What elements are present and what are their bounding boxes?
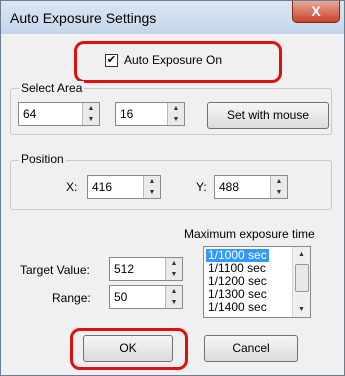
range-spinner[interactable]: 50 ▲ ▼ xyxy=(109,285,183,309)
exposure-time-scrollbar[interactable]: ▲ ▼ xyxy=(292,247,310,317)
position-y-spinner[interactable]: 488 ▲ ▼ xyxy=(214,175,288,199)
area-height-spin-buttons: ▲ ▼ xyxy=(167,103,184,125)
area-width-down-arrow-icon[interactable]: ▼ xyxy=(83,114,99,125)
cancel-button[interactable]: Cancel xyxy=(204,335,298,362)
area-height-down-arrow-icon[interactable]: ▼ xyxy=(168,114,184,125)
close-button[interactable]: X xyxy=(292,1,340,23)
position-x-value: 416 xyxy=(92,180,113,194)
target-value-label: Target Value: xyxy=(20,263,90,277)
exposure-time-listbox[interactable]: 1/1000 sec 1/1100 sec 1/1200 sec 1/1300 sec… xyxy=(203,246,311,318)
range-spin-buttons: ▲ ▼ xyxy=(165,286,182,308)
position-x-down-arrow-icon[interactable]: ▼ xyxy=(144,187,160,198)
scroll-up-arrow-icon[interactable]: ▲ xyxy=(293,247,310,262)
scroll-down-arrow-icon[interactable]: ▼ xyxy=(293,302,310,317)
scroll-thumb[interactable] xyxy=(295,264,309,292)
dialog-client-area: ✔ Auto Exposure On Select Area 64 ▲ ▼ 16… xyxy=(9,34,336,370)
target-value-down-arrow-icon[interactable]: ▼ xyxy=(166,269,182,280)
position-y-spin-buttons: ▲ ▼ xyxy=(270,176,287,198)
area-width-spin-buttons: ▲ ▼ xyxy=(82,103,99,125)
area-width-spinner[interactable]: 64 ▲ ▼ xyxy=(18,102,100,126)
exposure-time-option[interactable]: 1/1400 sec xyxy=(206,301,269,314)
set-with-mouse-button[interactable]: Set with mouse xyxy=(207,102,329,129)
position-x-spinner[interactable]: 416 ▲ ▼ xyxy=(87,175,161,199)
position-caption: Position xyxy=(19,152,66,166)
area-height-value: 16 xyxy=(120,107,134,121)
range-down-arrow-icon[interactable]: ▼ xyxy=(166,297,182,308)
position-y-down-arrow-icon[interactable]: ▼ xyxy=(271,187,287,198)
position-x-spin-buttons: ▲ ▼ xyxy=(143,176,160,198)
position-y-label: Y: xyxy=(196,180,207,194)
target-value-value: 512 xyxy=(114,262,135,276)
title-bar: Auto Exposure Settings X xyxy=(1,1,344,34)
dialog-window: Auto Exposure Settings X ✔ Auto Exposure… xyxy=(0,0,345,376)
range-label: Range: xyxy=(52,291,91,305)
window-title: Auto Exposure Settings xyxy=(10,10,157,26)
area-width-value: 64 xyxy=(23,107,37,121)
area-height-spinner[interactable]: 16 ▲ ▼ xyxy=(115,102,185,126)
target-value-spinner[interactable]: 512 ▲ ▼ xyxy=(109,257,183,281)
auto-exposure-label[interactable]: Auto Exposure On xyxy=(124,53,222,67)
range-value: 50 xyxy=(114,290,128,304)
position-x-label: X: xyxy=(66,180,78,194)
auto-exposure-checkbox[interactable]: ✔ xyxy=(105,54,118,67)
max-exposure-time-label: Maximum exposure time xyxy=(184,227,315,241)
target-value-spin-buttons: ▲ ▼ xyxy=(165,258,182,280)
select-area-caption: Select Area xyxy=(19,81,85,95)
ok-button[interactable]: OK xyxy=(83,335,173,362)
position-y-value: 488 xyxy=(219,180,240,194)
